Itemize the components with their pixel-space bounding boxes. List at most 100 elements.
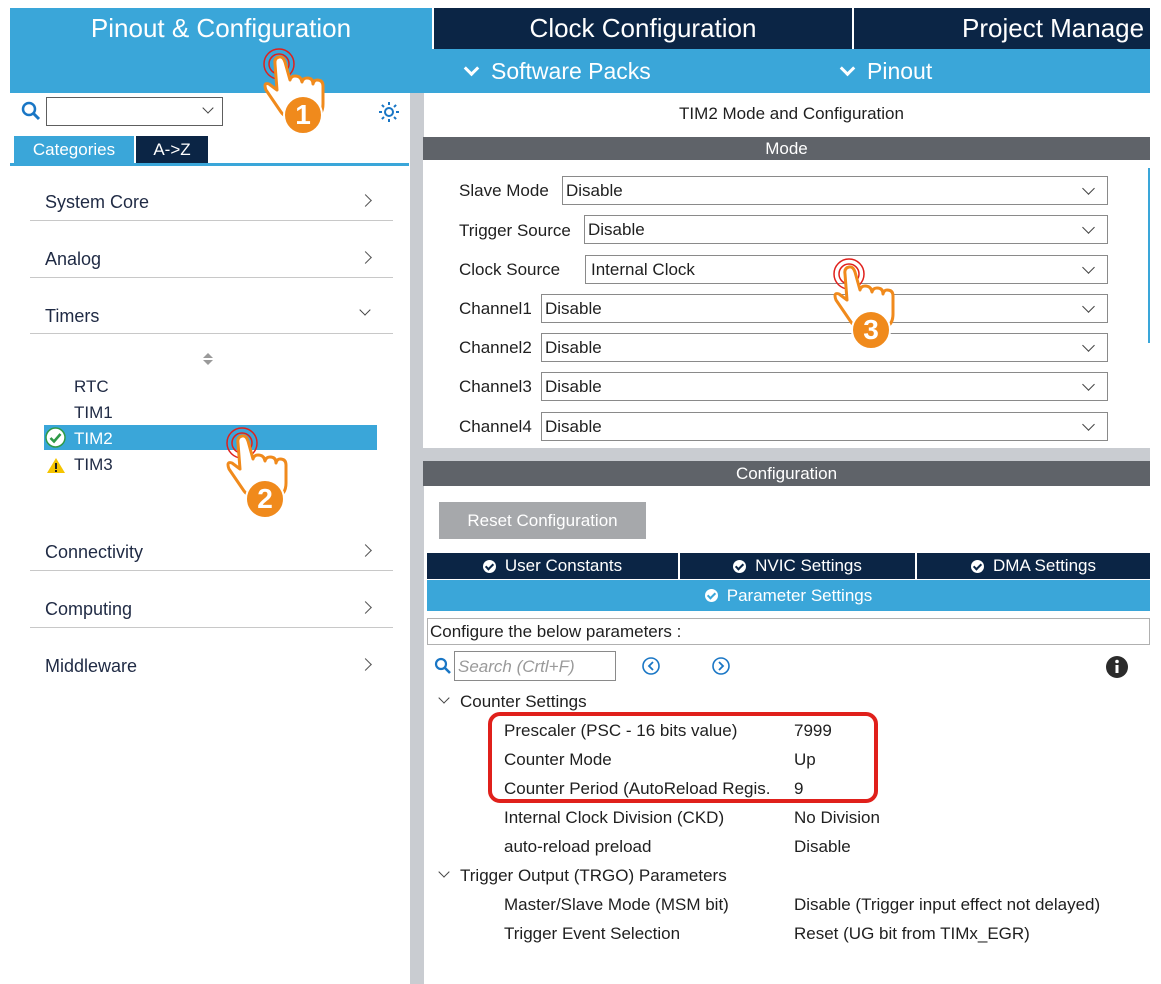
timer-item-tim3[interactable]: TIM3 bbox=[74, 455, 113, 475]
chevron-down-icon[interactable] bbox=[438, 866, 450, 878]
timer-item-tim1[interactable]: TIM1 bbox=[74, 403, 113, 423]
category-connectivity[interactable]: Connectivity bbox=[45, 542, 143, 563]
select-value: Disable bbox=[566, 180, 623, 200]
tab-user-constants[interactable]: User Constants bbox=[427, 553, 678, 579]
param-trigger-event-value[interactable]: Reset (UG bit from TIMx_EGR) bbox=[794, 924, 1030, 944]
check-circle-icon bbox=[971, 559, 984, 573]
tab-label: Project Manage bbox=[962, 13, 1145, 43]
panel-divider[interactable] bbox=[410, 93, 424, 984]
select-value: Disable bbox=[545, 298, 602, 318]
mode-header: Mode bbox=[423, 137, 1150, 160]
panel-title: TIM2 Mode and Configuration bbox=[679, 104, 904, 123]
step-badge-1: 1 bbox=[283, 95, 323, 135]
left-panel bbox=[10, 93, 410, 984]
chevron-down-icon bbox=[1082, 378, 1095, 391]
chevron-down-icon[interactable] bbox=[438, 692, 450, 704]
slave-mode-label: Slave Mode bbox=[459, 181, 549, 200]
tab-nvic-settings[interactable]: NVIC Settings bbox=[680, 553, 915, 579]
divider bbox=[30, 627, 393, 628]
next-icon[interactable] bbox=[711, 656, 731, 676]
category-analog[interactable]: Analog bbox=[45, 249, 101, 270]
tab-parameter-settings[interactable]: Parameter Settings bbox=[427, 580, 1150, 611]
step-badge-3: 3 bbox=[851, 310, 891, 350]
tab-project-manager[interactable]: Project Manage bbox=[854, 8, 1150, 49]
chevron-down-icon bbox=[1082, 261, 1095, 274]
software-packs-menu[interactable]: Software Packs bbox=[463, 58, 651, 85]
trigger-source-select[interactable]: Disable bbox=[584, 215, 1108, 244]
channel4-label: Channel4 bbox=[459, 417, 532, 436]
tab-underline bbox=[10, 163, 409, 166]
sort-icon[interactable] bbox=[202, 352, 214, 366]
category-middleware[interactable]: Middleware bbox=[45, 656, 137, 677]
clock-source-label: Clock Source bbox=[459, 260, 561, 279]
param-auto-reload-value[interactable]: Disable bbox=[794, 837, 851, 857]
split-divider[interactable] bbox=[423, 448, 1150, 461]
category-computing[interactable]: Computing bbox=[45, 599, 132, 620]
tab-clock-configuration[interactable]: Clock Configuration bbox=[434, 8, 852, 49]
software-packs-label: Software Packs bbox=[491, 58, 651, 84]
select-value: Disable bbox=[545, 376, 602, 396]
chevron-down-icon bbox=[463, 60, 480, 77]
configure-text: Configure the below parameters : bbox=[430, 621, 682, 641]
tab-dma-settings[interactable]: DMA Settings bbox=[917, 553, 1150, 579]
search-combo[interactable] bbox=[46, 97, 223, 126]
param-auto-reload-name: auto-reload preload bbox=[504, 837, 652, 856]
channel3-label: Channel3 bbox=[459, 377, 532, 396]
warning-icon bbox=[47, 458, 65, 473]
channel4-select[interactable]: Disable bbox=[541, 412, 1108, 441]
pinout-menu[interactable]: Pinout bbox=[839, 58, 933, 85]
param-msm-name: Master/Slave Mode (MSM bit) bbox=[504, 895, 729, 914]
divider bbox=[30, 277, 393, 278]
check-circle-icon bbox=[704, 589, 718, 602]
divider bbox=[30, 220, 393, 221]
select-value: Disable bbox=[588, 219, 645, 239]
chevron-down-icon bbox=[202, 102, 214, 114]
tab-label: Parameter Settings bbox=[726, 585, 873, 605]
tab-pinout-configuration[interactable]: Pinout & Configuration bbox=[10, 8, 432, 49]
timer-item-tim2: TIM2 bbox=[74, 429, 113, 448]
scrollbar[interactable] bbox=[1148, 168, 1150, 343]
check-circle-icon bbox=[733, 559, 747, 573]
chevron-down-icon bbox=[1082, 418, 1095, 431]
reset-configuration-button[interactable]: Reset Configuration bbox=[439, 502, 646, 539]
tab-label: A->Z bbox=[153, 139, 191, 159]
info-icon[interactable] bbox=[1105, 655, 1129, 679]
divider bbox=[30, 333, 393, 334]
step-badge-2: 2 bbox=[245, 479, 285, 519]
channel2-label: Channel2 bbox=[459, 338, 532, 357]
tab-label: Clock Configuration bbox=[529, 13, 757, 43]
param-msm-value[interactable]: Disable (Trigger input effect not delaye… bbox=[794, 895, 1100, 915]
param-ckd-name: Internal Clock Division (CKD) bbox=[504, 808, 725, 827]
search-icon[interactable] bbox=[21, 101, 41, 121]
timer-item-rtc[interactable]: RTC bbox=[74, 377, 109, 397]
chevron-down-icon bbox=[1082, 182, 1095, 195]
category-timers[interactable]: Timers bbox=[45, 306, 99, 327]
trigger-source-label: Trigger Source bbox=[459, 221, 571, 240]
channel1-label: Channel1 bbox=[459, 299, 532, 318]
gear-icon[interactable] bbox=[377, 100, 401, 124]
tab-label: Pinout & Configuration bbox=[90, 13, 352, 43]
parameter-search-input[interactable]: Search (Crtl+F) bbox=[454, 651, 616, 681]
param-trigger-event-name: Trigger Event Selection bbox=[504, 924, 681, 943]
tab-label: Categories bbox=[32, 139, 116, 159]
channel3-select[interactable]: Disable bbox=[541, 372, 1108, 401]
tab-categories[interactable]: Categories bbox=[14, 136, 134, 163]
channel1-select[interactable]: Disable bbox=[541, 294, 1108, 323]
search-placeholder: Search (Crtl+F) bbox=[458, 657, 575, 676]
tab-label: User Constants bbox=[504, 556, 623, 575]
divider bbox=[30, 570, 393, 571]
group-counter-settings[interactable]: Counter Settings bbox=[460, 692, 587, 712]
check-circle-icon bbox=[482, 559, 496, 573]
param-ckd-value[interactable]: No Division bbox=[794, 808, 880, 828]
category-system-core[interactable]: System Core bbox=[45, 192, 149, 213]
tab-label: DMA Settings bbox=[993, 556, 1096, 575]
group-trigger-output[interactable]: Trigger Output (TRGO) Parameters bbox=[460, 866, 727, 886]
chevron-down-icon bbox=[1082, 300, 1095, 313]
slave-mode-select[interactable]: Disable bbox=[562, 176, 1108, 205]
previous-icon[interactable] bbox=[641, 656, 661, 676]
tab-a-z[interactable]: A->Z bbox=[136, 136, 208, 163]
channel2-select[interactable]: Disable bbox=[541, 333, 1108, 362]
button-label: Reset Configuration bbox=[467, 510, 618, 530]
select-value: Disable bbox=[545, 337, 602, 357]
pinout-label: Pinout bbox=[867, 58, 933, 84]
